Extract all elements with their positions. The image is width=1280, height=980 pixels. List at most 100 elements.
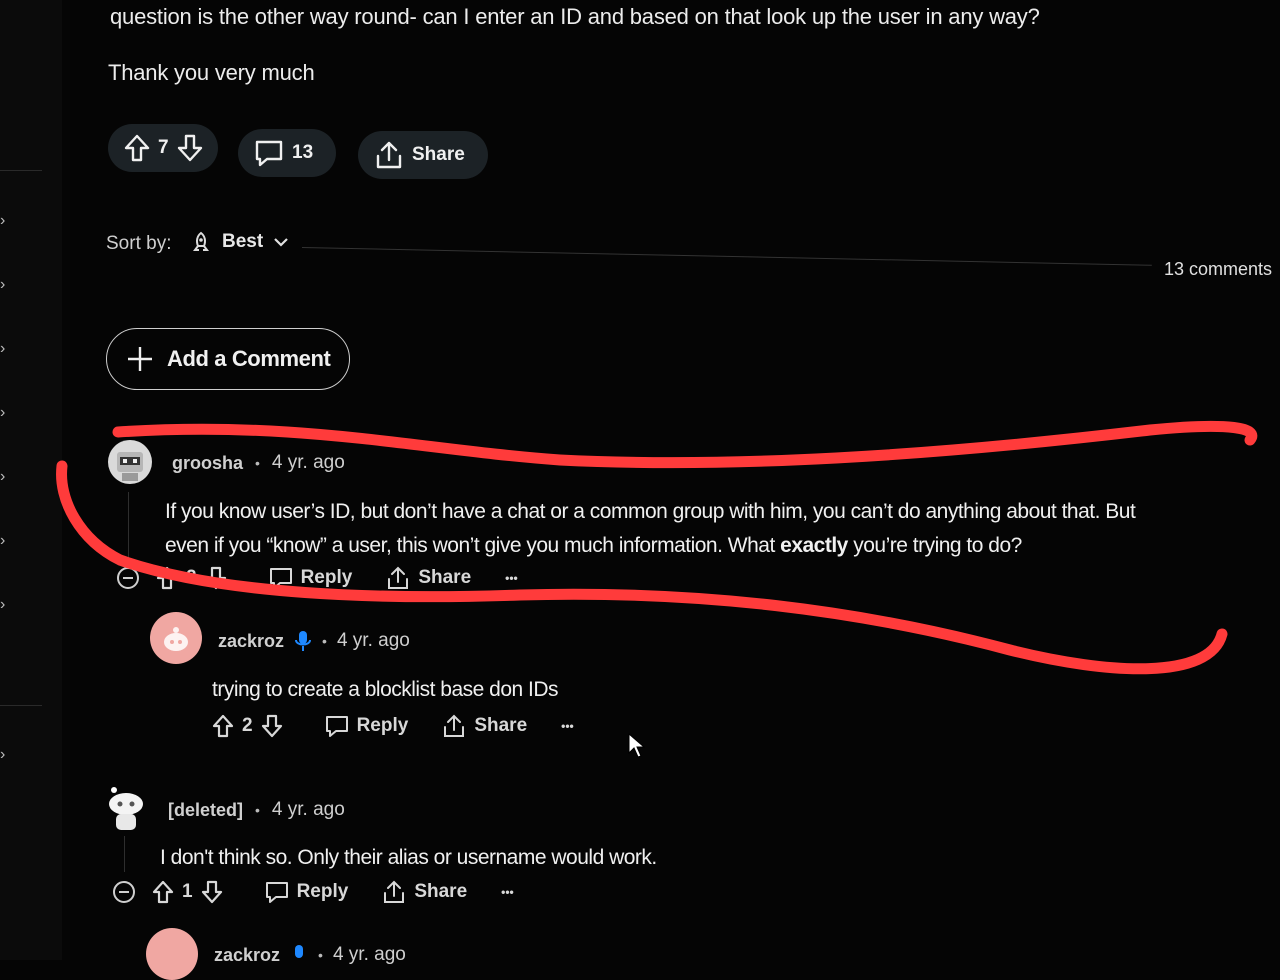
reply-button[interactable]: Reply xyxy=(269,566,353,590)
share-label: Share xyxy=(474,715,528,736)
upvote-icon[interactable] xyxy=(124,134,150,162)
add-comment-button[interactable]: Add a Comment xyxy=(106,328,350,390)
comment-username: [deleted] xyxy=(168,799,244,820)
post-vote-pill: 7 xyxy=(108,124,218,172)
post-comments-count: 13 xyxy=(292,142,314,163)
sidebar-divider xyxy=(0,705,42,706)
comment-icon xyxy=(269,566,293,590)
thread-line[interactable] xyxy=(128,492,129,564)
rocket-icon xyxy=(190,231,212,253)
comment-body-emphasis: exactly xyxy=(780,534,848,557)
share-label: Share xyxy=(414,881,468,902)
more-options-button[interactable]: ••• xyxy=(561,719,574,733)
comment-body-line: even if you “know” a user, this won’t gi… xyxy=(165,534,1022,558)
comment-body-line: I don't think so. Only their alias or us… xyxy=(160,846,657,869)
sidebar-chevron-icon[interactable]: › xyxy=(0,212,14,229)
robot-avatar-icon xyxy=(117,452,143,481)
comment-count: 13 comments xyxy=(1164,259,1273,279)
separator-dot: • xyxy=(255,802,260,818)
sidebar-divider xyxy=(0,170,42,171)
sidebar-chevron-icon[interactable]: › xyxy=(0,340,14,357)
post-share-button[interactable]: Share xyxy=(358,131,488,179)
comment-icon xyxy=(325,714,349,738)
share-button[interactable]: Share xyxy=(386,566,471,590)
sidebar-chevron-icon[interactable]: › xyxy=(0,532,14,549)
downvote-icon[interactable] xyxy=(261,714,283,738)
avatar[interactable] xyxy=(150,612,202,664)
reply-label: Reply xyxy=(356,715,409,736)
share-label: Share xyxy=(418,567,472,588)
comment-time: 4 yr. ago xyxy=(271,452,345,473)
more-options-button[interactable]: ••• xyxy=(501,885,514,899)
comment-username[interactable]: groosha xyxy=(172,453,243,474)
avatar[interactable] xyxy=(108,440,152,484)
comment-time: 4 yr. ago xyxy=(271,799,345,820)
post-body-line: question is the other way round- can I e… xyxy=(110,4,1040,29)
separator-dot: • xyxy=(322,633,327,649)
sidebar-chevron-icon[interactable]: › xyxy=(0,746,14,763)
downvote-icon[interactable] xyxy=(201,880,223,904)
mouse-cursor-icon xyxy=(628,732,646,764)
post-vote-count: 7 xyxy=(158,137,169,158)
comment-header: groosha • 4 yr. ago xyxy=(172,452,345,474)
snoo-avatar-icon xyxy=(164,627,188,651)
upvote-icon[interactable] xyxy=(152,880,174,904)
share-icon xyxy=(442,714,466,738)
comment-header: [deleted] • 4 yr. ago xyxy=(168,799,345,821)
sort-label: Sort by: xyxy=(106,233,172,254)
chevron-down-icon xyxy=(273,236,289,248)
post-share-label: Share xyxy=(412,144,465,165)
comment-header: zackroz • 4 yr. ago xyxy=(214,944,406,966)
upvote-icon[interactable] xyxy=(156,566,178,590)
avatar xyxy=(104,784,148,834)
deleted-snoo-avatar-icon xyxy=(109,787,143,830)
share-button[interactable]: Share xyxy=(382,880,467,904)
reply-label: Reply xyxy=(300,567,353,588)
share-icon xyxy=(374,140,404,170)
avatar[interactable] xyxy=(146,928,198,980)
reply-button[interactable]: Reply xyxy=(325,714,409,738)
post-body-line: Thank you very much xyxy=(108,60,315,85)
collapse-icon[interactable] xyxy=(112,880,136,904)
sort-dropdown[interactable]: Best xyxy=(190,231,289,253)
comment-body-part: you’re trying to do? xyxy=(847,534,1022,557)
sidebar-chevron-icon[interactable]: › xyxy=(0,596,14,613)
plus-icon xyxy=(125,344,155,374)
share-button[interactable]: Share xyxy=(442,714,527,738)
reply-button[interactable]: Reply xyxy=(265,880,349,904)
downvote-icon[interactable] xyxy=(205,566,227,590)
sort-divider xyxy=(301,247,1152,266)
upvote-icon[interactable] xyxy=(212,714,234,738)
sidebar-chevron-icon[interactable]: › xyxy=(0,276,14,293)
comment-icon xyxy=(265,880,289,904)
downvote-icon[interactable] xyxy=(177,134,203,162)
comment-body-line: trying to create a blocklist base don ID… xyxy=(212,678,559,701)
comment-vote-count: 2 xyxy=(242,715,253,736)
comment-username[interactable]: zackroz xyxy=(218,631,284,652)
separator-dot: • xyxy=(255,455,260,471)
separator-dot: • xyxy=(318,947,323,963)
comment-actions: 1 Reply Share ••• xyxy=(112,880,514,904)
comment-body-part: even if you “know” a user, this won’t gi… xyxy=(165,534,781,557)
comment-header: zackroz • 4 yr. ago xyxy=(218,630,410,652)
comment-icon xyxy=(254,138,284,168)
sort-value: Best xyxy=(222,231,264,252)
share-icon xyxy=(382,880,406,904)
microphone-icon xyxy=(290,944,308,966)
sidebar-chevron-icon[interactable]: › xyxy=(0,468,14,485)
share-icon xyxy=(386,566,410,590)
comment-body-line: If you know user’s ID, but don’t have a … xyxy=(165,500,1136,523)
comment-time: 4 yr. ago xyxy=(332,944,406,965)
sidebar-chevron-icon[interactable]: › xyxy=(0,404,14,421)
comment-actions: 2 Reply Share ••• xyxy=(212,714,574,738)
collapse-icon[interactable] xyxy=(116,566,140,590)
add-comment-label: Add a Comment xyxy=(167,346,331,371)
comment-time: 4 yr. ago xyxy=(336,630,410,651)
more-options-button[interactable]: ••• xyxy=(505,571,518,585)
post-comments-button[interactable]: 13 xyxy=(238,129,336,177)
thread-line[interactable] xyxy=(124,836,125,872)
comment-vote-count: 1 xyxy=(182,881,193,902)
comment-username[interactable]: zackroz xyxy=(214,945,280,966)
microphone-icon xyxy=(294,630,312,652)
reply-label: Reply xyxy=(296,881,349,902)
